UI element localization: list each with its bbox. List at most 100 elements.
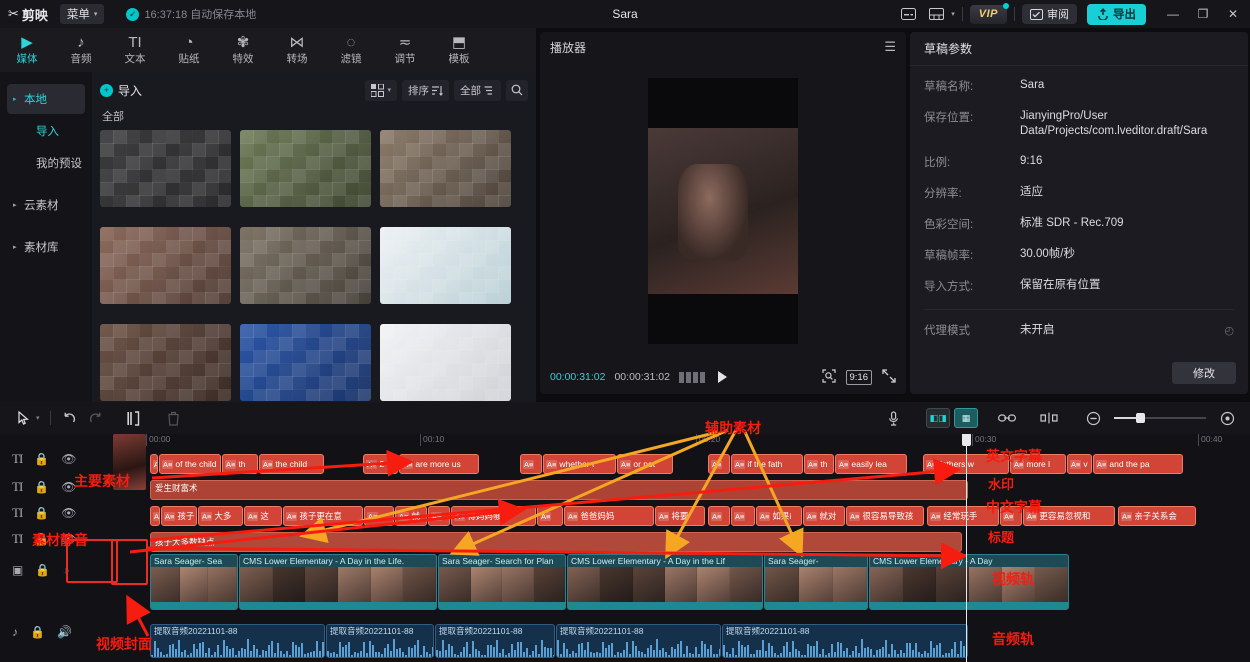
eye-icon[interactable]: 👁 <box>61 452 76 466</box>
crop-zoom-icon[interactable] <box>822 369 836 386</box>
video-clip-1[interactable]: Sara Seager- Sea <box>150 554 238 610</box>
sidebar-item-1[interactable]: 导入 <box>7 116 85 146</box>
vip-badge[interactable]: VIP <box>970 5 1007 24</box>
text-clip[interactable]: A≡ <box>1000 506 1022 526</box>
grid-view-toggle[interactable]: ▾ <box>365 80 397 101</box>
lock-icon[interactable]: 🔒 <box>30 625 45 639</box>
video-cover-thumbnail[interactable] <box>113 434 146 490</box>
cursor-icon[interactable] <box>10 406 36 430</box>
text-clip[interactable]: A≡将要 <box>655 506 705 526</box>
subtitle-icon[interactable] <box>895 3 921 25</box>
media-thumb-1[interactable] <box>100 130 231 207</box>
lock-icon[interactable]: 🔒 <box>34 452 49 466</box>
trash-icon[interactable] <box>161 406 187 430</box>
play-icon[interactable] <box>718 371 727 383</box>
media-thumb-4[interactable] <box>100 227 231 304</box>
text-clip[interactable]: A≡more l <box>1010 454 1066 474</box>
text-clip[interactable]: A≡whether t <box>543 454 616 474</box>
text-clip[interactable]: A≡and the pa <box>1093 454 1183 474</box>
layout-icon[interactable] <box>923 3 949 25</box>
lock-icon[interactable]: 🔒 <box>35 563 50 577</box>
text-clip[interactable]: A≡ <box>708 506 730 526</box>
text-clip[interactable]: A≡孩子更在意 <box>283 506 363 526</box>
text-clip[interactable]: A≡ <box>520 454 542 474</box>
undo-icon[interactable] <box>57 406 83 430</box>
split-icon[interactable] <box>121 406 147 430</box>
menu-button[interactable]: 菜单 ▾ <box>60 4 105 24</box>
sort-button[interactable]: 排序 <box>402 80 449 101</box>
media-tab-template[interactable]: ⬒模板 <box>432 28 486 72</box>
export-button[interactable]: 导出 <box>1087 4 1146 25</box>
maximize-button[interactable]: ❐ <box>1188 0 1218 28</box>
video-clip-6[interactable]: CMS Lower Elementary - A Day <box>869 554 1069 610</box>
sidebar-item-0[interactable]: ▸本地 <box>7 84 85 114</box>
modify-button[interactable]: 修改 <box>1172 362 1236 384</box>
volume-icon[interactable]: 🔊 <box>57 625 72 639</box>
text-clip[interactable]: A≡孩子 <box>161 506 197 526</box>
media-thumb-9[interactable] <box>380 324 511 401</box>
sidebar-item-4[interactable]: ▸素材库 <box>7 232 85 262</box>
sidebar-item-2[interactable]: 我的预设 <box>7 148 85 178</box>
zoom-out-icon[interactable] <box>1080 406 1106 430</box>
timeline[interactable]: 00:0000:1000:2000:3000:40 TI🔒👁TI🔒👁TI🔒👁TI… <box>0 434 1250 662</box>
text-clip[interactable]: A≡更容易忽视和 <box>1023 506 1115 526</box>
chinese-subtitle-track[interactable]: A≡A≡孩子A≡大多A≡这A≡孩子更在意A≡A≡就A≡A≡得妈妈够A≡A≡爸爸妈… <box>146 506 1250 526</box>
media-tab-media[interactable]: ▶媒体 <box>0 28 54 72</box>
text-clip[interactable]: A≡ <box>708 454 730 474</box>
text-clip[interactable]: A≡ <box>150 454 158 474</box>
title-track[interactable]: 孩子大多数缺点 <box>146 532 1250 552</box>
watermark-track[interactable]: 爱生财富术 <box>146 480 1250 500</box>
media-thumb-3[interactable] <box>380 130 511 207</box>
text-clip[interactable]: A≡v <box>1067 454 1092 474</box>
mirror-icon[interactable]: ◧◨ <box>926 408 950 428</box>
text-clip[interactable]: A≡这 <box>244 506 282 526</box>
media-thumb-6[interactable] <box>380 227 511 304</box>
timeline-ruler[interactable]: 00:0000:1000:2000:3000:40 <box>146 434 1250 448</box>
video-clip-2[interactable]: CMS Lower Elementary - A Day in the Life… <box>239 554 437 610</box>
text-clip[interactable]: A≡ <box>428 506 450 526</box>
media-thumb-2[interactable] <box>240 130 371 207</box>
timeline-zoom-slider[interactable] <box>1114 412 1206 424</box>
text-clip[interactable]: A≡2 <box>363 454 398 474</box>
watermark-clip[interactable]: 爱生财富术 <box>150 480 968 500</box>
eye-icon[interactable]: 👁 <box>61 506 76 520</box>
text-clip[interactable]: A≡很容易导致孩 <box>846 506 924 526</box>
lock-icon[interactable]: 🔒 <box>34 480 49 494</box>
video-preview[interactable] <box>648 78 798 344</box>
player-stage[interactable] <box>540 62 906 360</box>
text-clip[interactable]: A≡大多 <box>198 506 243 526</box>
media-thumb-5[interactable] <box>240 227 371 304</box>
video-clip-3[interactable]: Sara Seager- Search for Plan <box>438 554 566 610</box>
text-clip[interactable]: A≡经常玩手 <box>927 506 999 526</box>
text-clip[interactable]: A≡ <box>150 506 160 526</box>
filter-button[interactable]: 全部 <box>454 80 501 101</box>
media-tab-text[interactable]: TI文本 <box>108 28 162 72</box>
text-clip[interactable]: A≡就对 <box>803 506 845 526</box>
chevron-down-icon-layout[interactable]: ▾ <box>951 10 955 18</box>
sync-split-icon[interactable] <box>1036 406 1062 430</box>
help-icon[interactable]: ◴ <box>1224 324 1234 337</box>
review-button[interactable]: 审阅 <box>1022 4 1077 24</box>
text-clip[interactable]: A≡of the child <box>159 454 221 474</box>
search-button[interactable] <box>506 80 528 101</box>
video-clip-5[interactable]: Sara Seager- <box>764 554 868 610</box>
hamburger-icon[interactable]: ☰ <box>884 39 896 55</box>
eye-icon[interactable]: 👁 <box>61 480 76 494</box>
text-clip[interactable]: A≡easily lea <box>835 454 907 474</box>
snap-magnet-icon[interactable]: ▦ <box>954 408 978 428</box>
audio-clip-2[interactable]: 提取音频20221101-88 <box>326 624 434 658</box>
close-button[interactable]: ✕ <box>1218 0 1248 28</box>
text-clip[interactable]: A≡the child <box>259 454 324 474</box>
media-tab-adjust[interactable]: ≂调节 <box>378 28 432 72</box>
video-track[interactable]: Sara Seager- SeaCMS Lower Elementary - A… <box>146 554 1250 610</box>
redo-icon[interactable] <box>83 406 109 430</box>
text-clip[interactable]: A≡就 <box>395 506 427 526</box>
media-thumb-7[interactable] <box>100 324 231 401</box>
text-clip[interactable]: A≡are more us <box>399 454 479 474</box>
text-clip[interactable]: A≡如果i <box>756 506 802 526</box>
import-button[interactable]: + 导入 <box>100 82 142 99</box>
audio-clip-4[interactable]: 提取音频20221101-88 <box>556 624 721 658</box>
media-tab-effects[interactable]: ✾特效 <box>216 28 270 72</box>
text-clip[interactable]: A≡if the fath <box>731 454 803 474</box>
text-clip[interactable]: A≡ <box>731 506 755 526</box>
